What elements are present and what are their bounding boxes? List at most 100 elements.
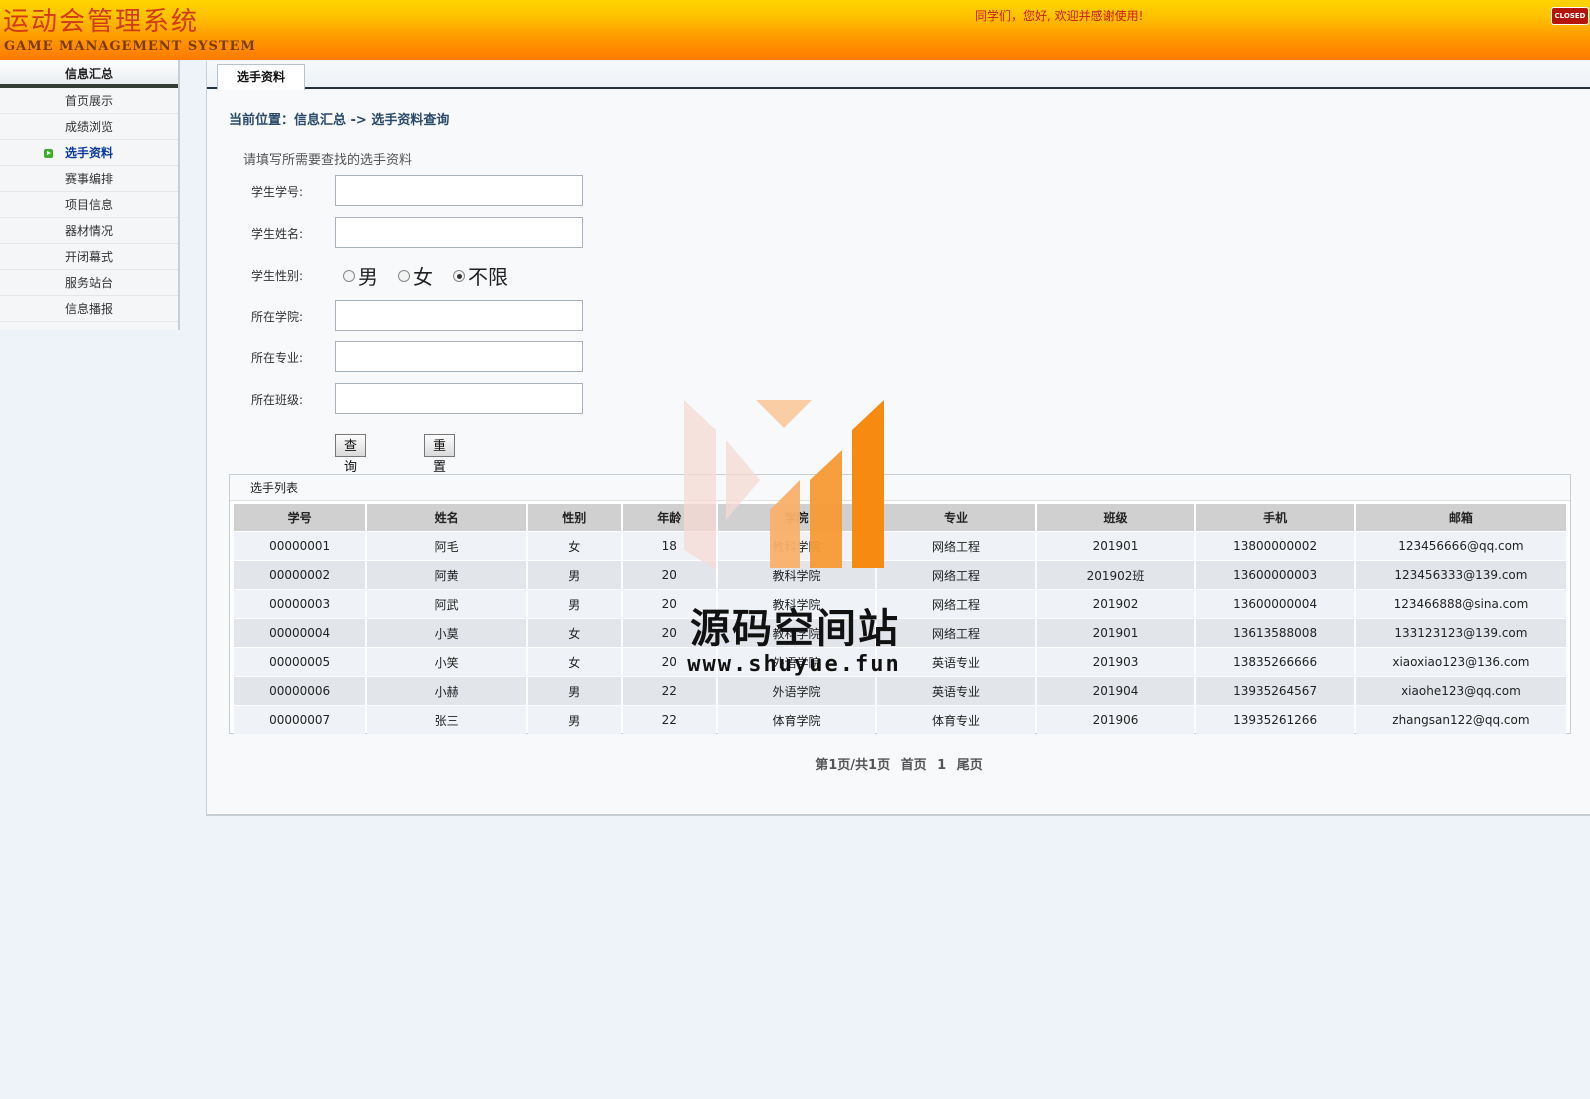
column-header[interactable]: 专业 — [877, 504, 1035, 531]
reset-button[interactable]: 重置 — [424, 434, 456, 474]
page-summary: 第1页/共1页 — [815, 758, 891, 773]
sidebar-item-4[interactable]: 项目信息 — [0, 192, 178, 218]
table-cell: 网络工程 — [877, 590, 1035, 618]
sidebar-item-label: 赛事编排 — [64, 172, 113, 186]
table-cell: 13835266666 — [1196, 648, 1354, 676]
sidebar-item-3[interactable]: 赛事编排 — [0, 166, 178, 192]
close-button[interactable]: CLOSED — [1551, 7, 1589, 25]
table-row[interactable]: 00000005 小笑女 20 外语学院 英语专业 201903 13835266666 xi… — [234, 648, 1566, 676]
table-cell: 133123123@139.com — [1355, 619, 1566, 647]
table-cell: 00000007 — [234, 706, 366, 734]
table-cell: 201901 — [1036, 532, 1195, 560]
form-title: 请填写所需要查找的选手资料 — [243, 153, 413, 168]
class-input[interactable] — [335, 383, 583, 414]
radio-button[interactable] — [398, 270, 410, 282]
table-cell: 201903 — [1036, 648, 1195, 676]
table-cell: xiaoxiao123@136.com — [1355, 648, 1566, 676]
table-cell: 00000001 — [234, 532, 366, 560]
column-header[interactable]: 手机 — [1196, 504, 1354, 531]
table-cell: 男 — [527, 590, 621, 618]
table-cell: 教科学院 — [717, 619, 876, 647]
table-row[interactable]: 00000001 阿毛女 18 教科学院 网络工程 201901 13800000002 12… — [234, 532, 1566, 560]
table-cell: 18 — [622, 532, 716, 560]
table-cell: 网络工程 — [877, 561, 1035, 589]
table-cell: 女 — [527, 619, 621, 647]
table-cell: xiaohe123@qq.com — [1355, 677, 1566, 705]
table-cell: 201902 — [1036, 590, 1195, 618]
radio-button[interactable] — [343, 270, 355, 282]
column-header[interactable]: 性别 — [527, 504, 621, 531]
last-page-link[interactable]: 尾页 — [957, 758, 983, 773]
table-cell: 22 — [622, 677, 716, 705]
column-header[interactable]: 学号 — [234, 504, 366, 531]
table-row[interactable]: 00000006 小赫男 22 外语学院 英语专业 201904 13935264567 xi… — [234, 677, 1566, 705]
sidebar-item-label: 项目信息 — [64, 198, 113, 212]
college-label: 所在学院: — [251, 310, 304, 324]
tab-player-info[interactable]: 选手资料 — [217, 64, 305, 90]
sidebar-item-5[interactable]: 器材情况 — [0, 218, 178, 244]
sidebar-item-label: 服务站台 — [64, 276, 113, 290]
sidebar-item-2[interactable]: 选手资料 — [0, 140, 178, 166]
table-row[interactable]: 00000007 张三男 22 体育学院 体育专业 201906 13935261266 zh… — [234, 706, 1566, 734]
major-label: 所在专业: — [251, 351, 304, 365]
table-cell: 男 — [527, 677, 621, 705]
table-cell: 教科学院 — [717, 561, 876, 589]
table-cell: 外语学院 — [717, 648, 876, 676]
pagination: 第1页/共1页 首页 1 尾页 — [207, 754, 1590, 773]
table-row[interactable]: 00000004 小莫女 20 教科学院 网络工程 201901 13613588008 13… — [234, 619, 1566, 647]
gender-radio-group: 男 女 不限 — [343, 261, 528, 290]
gender-option-2[interactable]: 不限 — [453, 261, 508, 290]
sidebar-item-label: 开闭幕式 — [64, 250, 113, 264]
student-name-input[interactable] — [335, 217, 583, 248]
sidebar-item-6[interactable]: 开闭幕式 — [0, 244, 178, 270]
table-cell: zhangsan122@qq.com — [1355, 706, 1566, 734]
column-header[interactable]: 学院 — [717, 504, 876, 531]
gender-option-1[interactable]: 女 — [398, 261, 433, 290]
page-number-link[interactable]: 1 — [937, 758, 946, 773]
gender-label: 学生性别: — [251, 269, 304, 283]
app-header: 运动会管理系统 GAME MANAGEMENT SYSTEM 同学们，您好, 欢… — [0, 0, 1590, 60]
app-logo-title: 运动会管理系统 — [3, 7, 200, 37]
table-cell: 123456333@139.com — [1355, 561, 1566, 589]
sidebar-item-label: 器材情况 — [64, 224, 113, 238]
sidebar-item-7[interactable]: 服务站台 — [0, 270, 178, 296]
table-cell: 男 — [527, 561, 621, 589]
table-cell: 英语专业 — [877, 648, 1035, 676]
column-header[interactable]: 姓名 — [367, 504, 526, 531]
column-header[interactable]: 邮箱 — [1355, 504, 1566, 531]
table-cell: 女 — [527, 532, 621, 560]
table-cell: 201902班 — [1036, 561, 1195, 589]
table-cell: 201906 — [1036, 706, 1195, 734]
first-page-link[interactable]: 首页 — [901, 758, 927, 773]
table-cell: 体育学院 — [717, 706, 876, 734]
table-cell: 阿武 — [367, 590, 526, 618]
table-cell: 13613588008 — [1196, 619, 1354, 647]
table-cell: 13600000003 — [1196, 561, 1354, 589]
table-row[interactable]: 00000002 阿黄男 20 教科学院 网络工程 201902班 13600000003 1… — [234, 561, 1566, 589]
query-button[interactable]: 查询 — [335, 434, 367, 474]
sidebar-item-label: 首页展示 — [64, 94, 113, 108]
radio-button[interactable] — [453, 270, 465, 282]
column-header[interactable]: 班级 — [1036, 504, 1195, 531]
gender-option-label: 男 — [358, 265, 378, 289]
table-cell: 20 — [622, 590, 716, 618]
gender-option-0[interactable]: 男 — [343, 261, 378, 290]
sidebar-item-8[interactable]: 信息播报 — [0, 296, 178, 322]
table-cell: 20 — [622, 561, 716, 589]
table-cell: 教科学院 — [717, 590, 876, 618]
sidebar-item-0[interactable]: 首页展示 — [0, 88, 178, 114]
major-input[interactable] — [335, 341, 583, 372]
table-row[interactable]: 00000003 阿武男 20 教科学院 网络工程 201902 13600000004 12… — [234, 590, 1566, 618]
sidebar-item-label: 成绩浏览 — [64, 120, 113, 134]
sidebar-title: 信息汇总 — [0, 60, 178, 88]
sidebar-item-1[interactable]: 成绩浏览 — [0, 114, 178, 140]
table-cell: 13600000004 — [1196, 590, 1354, 618]
table-cell: 教科学院 — [717, 532, 876, 560]
table-cell: 22 — [622, 706, 716, 734]
sidebar-item-label: 信息播报 — [64, 302, 113, 316]
college-input[interactable] — [335, 300, 583, 331]
student-id-input[interactable] — [335, 175, 583, 206]
table-cell: 201904 — [1036, 677, 1195, 705]
student-name-label: 学生姓名: — [251, 227, 304, 241]
column-header[interactable]: 年龄 — [622, 504, 716, 531]
